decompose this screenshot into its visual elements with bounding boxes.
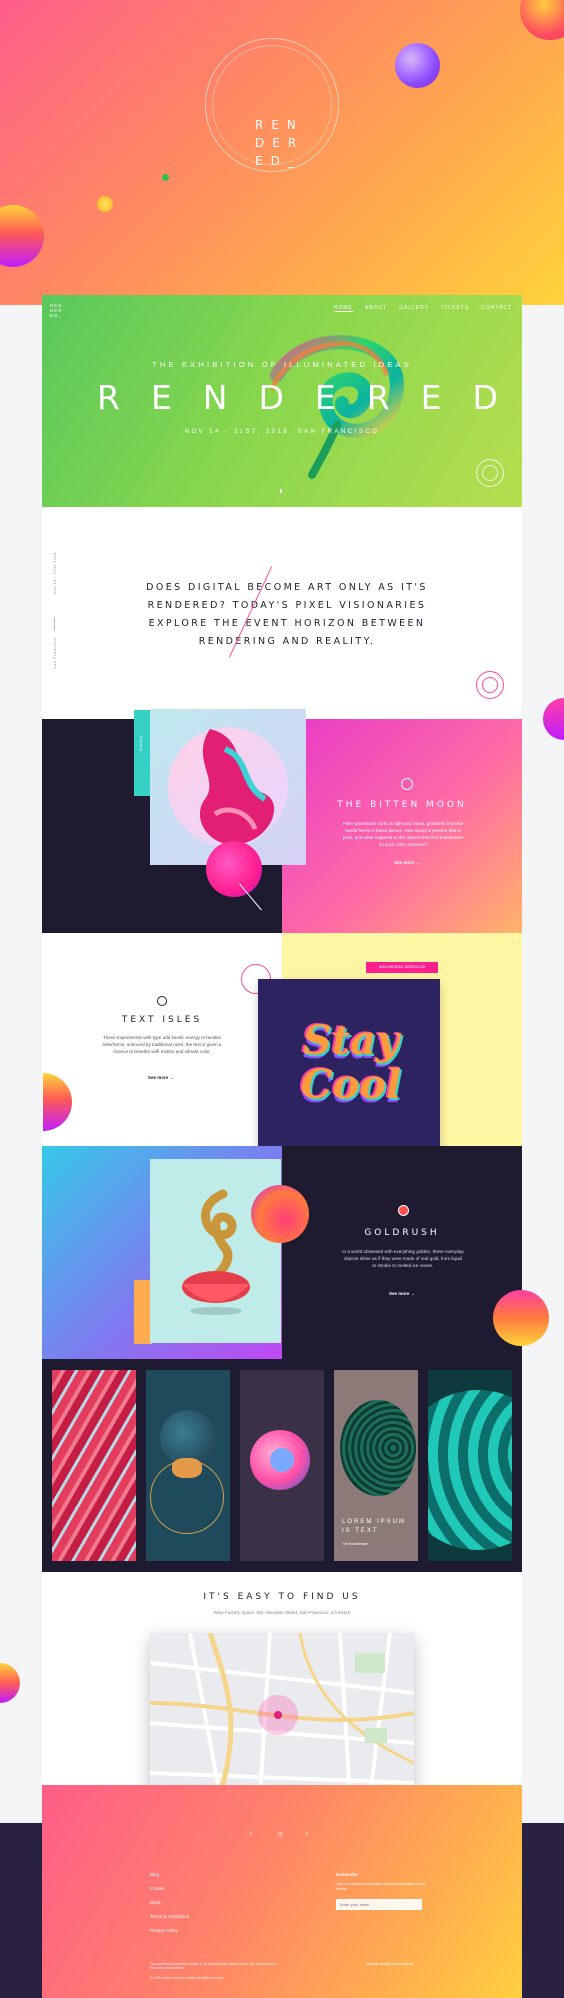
- card-description: These experiments with type add kinetic …: [102, 1035, 222, 1054]
- decorative-orb: [0, 1663, 20, 1703]
- decorative-orb: [543, 698, 564, 740]
- see-more-link[interactable]: See more →: [394, 860, 420, 865]
- decorative-orb: [493, 1290, 549, 1346]
- banner-title: RENDERED: [97, 378, 522, 417]
- card-title: THE BITTEN MOON: [337, 800, 467, 810]
- address: Wise Factory Space, 901 Alemante Street,…: [213, 1610, 351, 1615]
- subscribe-title: Subscribe: [336, 1872, 358, 1877]
- logo-text-line: REN: [255, 118, 304, 132]
- side-location: San Francisco: [52, 637, 57, 670]
- card-title: GOLDRUSH: [364, 1228, 440, 1238]
- footer-link-privacy[interactable]: Privacy Policy: [150, 1928, 178, 1933]
- intro-section: Nov 14 - 21st 2018 San Francisco DOES DI…: [42, 507, 522, 719]
- stay-cool-artwork[interactable]: Stay Cool: [258, 979, 440, 1162]
- mini-logo[interactable]: REN DER ED_: [50, 303, 64, 318]
- see-more-link[interactable]: See more →: [148, 1075, 174, 1080]
- main-nav: HOME ABOUT GALLERY TICKETS CONTACT: [333, 305, 512, 312]
- social-twitter-icon[interactable]: t: [306, 1832, 308, 1838]
- social-instagram-icon[interactable]: ◎: [278, 1831, 283, 1838]
- footer-link-shop[interactable]: Shop: [150, 1900, 161, 1905]
- subscribe-description: Join our exclusive subscriber list to ge…: [336, 1882, 425, 1891]
- moon-icon: [401, 778, 413, 790]
- subscribe-email-input[interactable]: [336, 1899, 422, 1910]
- copyright-note: Your purchase is protected Images & all …: [150, 1962, 277, 1970]
- card-description: Fiber-processed curls as light and mass,…: [342, 821, 464, 847]
- design-credit[interactable]: Website design by Anna Boss: [366, 1962, 413, 1966]
- location-map[interactable]: [150, 1633, 414, 1796]
- footer-dark-band-left: [0, 1823, 42, 1998]
- nav-item-tickets[interactable]: TICKETS: [441, 305, 469, 312]
- decorative-orb: [43, 1073, 72, 1131]
- nav-item-about[interactable]: ABOUT: [365, 305, 387, 312]
- decorative-orb: [162, 174, 169, 181]
- ticket-badge-inner: [482, 465, 498, 481]
- gallery-caption-author: Tim Rocketmann: [342, 1542, 369, 1546]
- social-facebook-icon[interactable]: f: [250, 1832, 252, 1838]
- gallery-thumb[interactable]: [428, 1370, 512, 1561]
- card-description: In a world obsessed with everything gold…: [342, 1249, 464, 1268]
- logo-text-line: ED_: [255, 154, 302, 168]
- logo-text-line: DER: [255, 136, 305, 150]
- footer-dark-band-right: [522, 1823, 564, 1998]
- footer-link-credits[interactable]: Credits: [150, 1886, 164, 1891]
- side-divider: [54, 617, 55, 631]
- card-title: TEXT ISLES: [121, 1015, 203, 1025]
- decorative-orb: [395, 43, 440, 88]
- ticket-badge-inner: [482, 677, 498, 693]
- copyright-text: © 2018 Mobile Solutions Limited. All rig…: [150, 1976, 224, 1980]
- decorative-orb: [206, 841, 262, 897]
- scroll-indicator[interactable]: [280, 489, 282, 493]
- see-more-link[interactable]: See more →: [389, 1291, 415, 1296]
- gallery-caption-title: LOREM IPSUM IS TEXT: [342, 1519, 407, 1534]
- gallery-thumb[interactable]: [146, 1370, 230, 1561]
- gallery-thumb[interactable]: [240, 1370, 324, 1561]
- artist-tag-label: ANA MENDEZ DEERALDA: [378, 965, 426, 969]
- artwork-lettering: Stay Cool: [300, 1017, 402, 1108]
- gallery-tag-label: Gallery: [138, 735, 143, 752]
- footer-link-terms[interactable]: Terms & Conditions: [150, 1914, 189, 1919]
- text-isles-icon: [157, 996, 167, 1006]
- intro-statement: DOES DIGITAL BECOME ART ONLY AS IT'S REN…: [146, 582, 428, 647]
- goldrush-icon: [398, 1205, 409, 1216]
- side-date: Nov 14 - 21st 2018: [52, 552, 57, 595]
- banner-subtitle: THE EXHIBITION OF ILLUMINATED IDEAS: [152, 360, 412, 369]
- nav-item-contact[interactable]: CONTACT: [481, 305, 512, 312]
- goldrush-artwork[interactable]: [150, 1159, 281, 1343]
- banner-date: NOV 14 - 21ST, 2018, SAN FRANCISCO: [184, 429, 380, 435]
- footer-link-blog[interactable]: Blog: [150, 1872, 159, 1877]
- nav-item-gallery[interactable]: GALLERY: [399, 305, 429, 312]
- nav-item-home[interactable]: HOME: [333, 305, 353, 312]
- gallery-thumb[interactable]: LOREM IPSUM IS TEXT Tim Rocketmann: [334, 1370, 418, 1561]
- gallery-thumb[interactable]: [52, 1370, 136, 1561]
- find-us-title: IT'S EASY TO FIND US: [203, 1592, 361, 1602]
- hero-banner: REN DER ED_ HOME ABOUT GALLERY TICKETS C…: [42, 295, 522, 507]
- decorative-orb: [97, 196, 113, 212]
- footer: [42, 1785, 522, 1998]
